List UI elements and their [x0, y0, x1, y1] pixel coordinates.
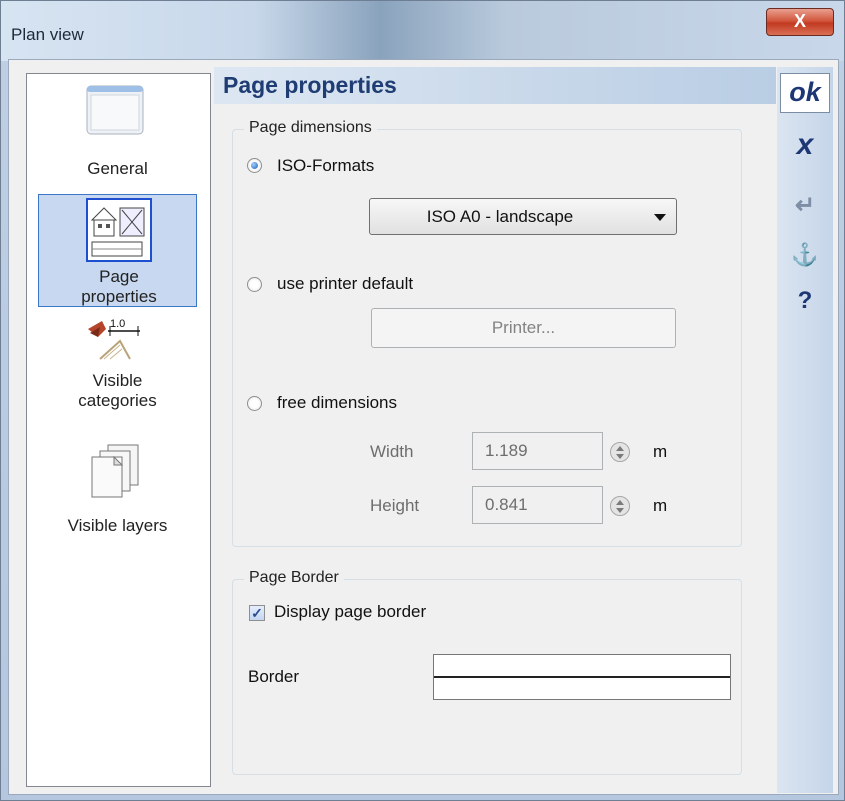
window-title: Plan view: [11, 25, 84, 44]
iso-formats-radio[interactable]: [247, 158, 262, 173]
free-dimensions-label[interactable]: free dimensions: [277, 393, 397, 413]
sidebar-item-general[interactable]: General: [26, 81, 209, 191]
chevron-down-icon: [654, 214, 666, 221]
action-bar: [777, 67, 833, 793]
panel-header: Page properties: [214, 67, 776, 104]
height-stepper[interactable]: [610, 496, 630, 516]
cancel-button[interactable]: x: [780, 128, 830, 162]
width-field[interactable]: 1.189: [472, 432, 603, 470]
layers-icon: [88, 443, 148, 504]
dialog-window: Plan view X General Page properties 1.0 …: [0, 0, 845, 801]
window-icon: [86, 85, 144, 140]
page-dimensions-legend: Page dimensions: [244, 119, 377, 137]
printer-button[interactable]: Printer...: [371, 308, 676, 348]
close-button[interactable]: X: [766, 8, 834, 36]
ok-button[interactable]: ok: [780, 73, 830, 113]
width-unit: m: [653, 442, 668, 461]
page-layout-icon: [86, 198, 152, 267]
help-button[interactable]: ?: [780, 287, 830, 315]
height-unit: m: [653, 496, 668, 515]
apply-icon[interactable]: ↵: [780, 191, 830, 220]
iso-format-select[interactable]: ISO A0 - landscape: [369, 198, 677, 235]
anchor-icon[interactable]: ⚓: [780, 242, 830, 268]
svg-text:1.0: 1.0: [110, 318, 125, 330]
height-label: Height: [370, 496, 420, 515]
title-bar[interactable]: Plan view X: [1, 1, 844, 61]
display-page-border-checkbox[interactable]: ✓: [249, 605, 265, 621]
iso-formats-label[interactable]: ISO-Formats: [277, 156, 374, 176]
printer-default-label[interactable]: use printer default: [277, 274, 413, 294]
sidebar-item-label: Visible layers: [67, 516, 168, 535]
border-line-preview: [434, 676, 730, 678]
free-dimensions-radio[interactable]: [247, 396, 262, 411]
printer-default-radio[interactable]: [247, 277, 262, 292]
sidebar-item-visible-categories[interactable]: 1.0 Visible categories: [26, 311, 209, 439]
sidebar-item-label: General: [87, 159, 148, 178]
border-style-picker[interactable]: [433, 654, 731, 700]
height-field[interactable]: 0.841: [472, 486, 603, 524]
sidebar-item-page-properties[interactable]: Page properties: [38, 194, 197, 307]
border-label: Border: [248, 667, 300, 686]
sidebar-item-visible-layers[interactable]: Visible layers: [26, 441, 209, 551]
width-stepper[interactable]: [610, 442, 630, 462]
display-page-border-label[interactable]: Display page border: [274, 602, 426, 622]
width-label: Width: [370, 442, 414, 461]
categories-icon: 1.0: [86, 315, 146, 366]
sidebar-item-label: Visible categories: [78, 371, 157, 410]
page-border-legend: Page Border: [244, 569, 344, 587]
sidebar-item-label: Page properties: [81, 267, 157, 306]
iso-format-select-value: ISO A0 - landscape: [426, 207, 574, 226]
page-title: Page properties: [223, 72, 397, 98]
